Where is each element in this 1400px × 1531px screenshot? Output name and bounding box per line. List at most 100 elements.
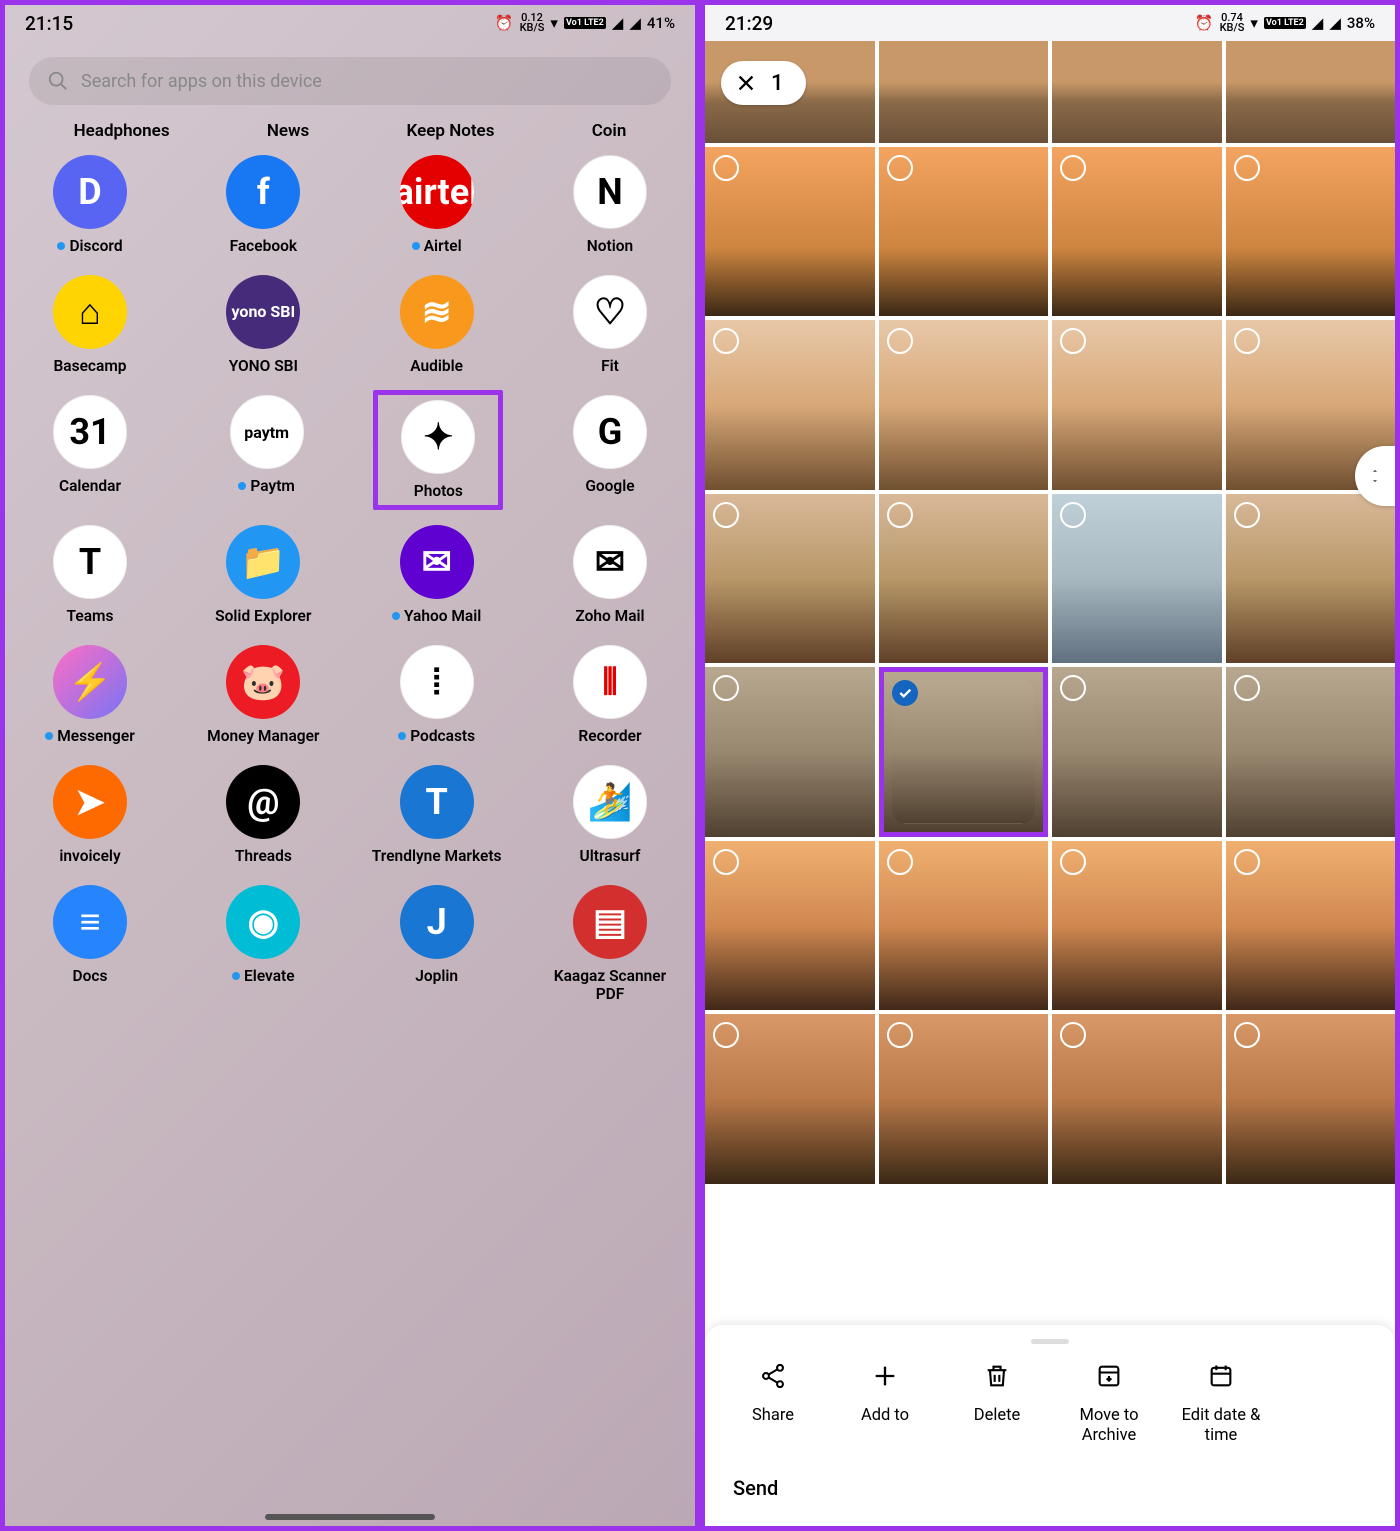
selection-circle-icon[interactable] <box>713 502 739 528</box>
app-teams[interactable]: TTeams <box>25 525 155 625</box>
app-paytm[interactable]: paytmPaytm <box>202 395 332 505</box>
app-airtel[interactable]: airtelAirtel <box>372 155 502 255</box>
lte-icon: Vo1 LTE2 <box>564 17 606 29</box>
selection-circle-icon[interactable] <box>1060 502 1086 528</box>
photo-thumbnail[interactable] <box>1226 841 1396 1011</box>
selection-checked-icon[interactable] <box>892 680 918 706</box>
action-label: Move to Archive <box>1053 1406 1165 1446</box>
photo-thumbnail[interactable] <box>1226 667 1396 837</box>
app-facebook[interactable]: fFacebook <box>198 155 328 255</box>
search-input[interactable]: Search for apps on this device <box>29 57 671 105</box>
app-joplin[interactable]: JJoplin <box>372 885 502 1003</box>
app-messenger[interactable]: ⚡Messenger <box>25 645 155 745</box>
app-ultrasurf[interactable]: 🏄Ultrasurf <box>545 765 675 865</box>
action-plus[interactable]: Add to <box>829 1362 941 1446</box>
app-calendar[interactable]: 31Calendar <box>25 395 155 505</box>
photo-thumbnail[interactable] <box>1052 1014 1222 1184</box>
photo-thumbnail[interactable] <box>1052 320 1222 490</box>
photo-thumbnail[interactable] <box>705 320 875 490</box>
selection-circle-icon[interactable] <box>887 1022 913 1048</box>
photo-thumbnail[interactable] <box>705 147 875 317</box>
selection-circle-icon[interactable] <box>887 502 913 528</box>
selection-circle-icon[interactable] <box>1060 328 1086 354</box>
photo-thumbnail-selected[interactable] <box>879 667 1049 837</box>
photo-thumbnail[interactable] <box>705 667 875 837</box>
navigation-pill[interactable] <box>265 1514 435 1520</box>
app-google[interactable]: GGoogle <box>545 395 675 505</box>
selection-circle-icon[interactable] <box>887 328 913 354</box>
photo-thumbnail[interactable] <box>705 1014 875 1184</box>
app-recorder[interactable]: ⦀Recorder <box>545 645 675 745</box>
app-elevate[interactable]: ◉Elevate <box>198 885 328 1003</box>
folder-keep-notes[interactable]: Keep Notes <box>407 121 495 141</box>
action-trash[interactable]: Delete <box>941 1362 1053 1446</box>
app-invoicely[interactable]: ➤invoicely <box>25 765 155 865</box>
photo-thumbnail[interactable] <box>879 841 1049 1011</box>
photo-thumbnail[interactable] <box>1226 41 1396 143</box>
photo-thumbnail[interactable] <box>1052 667 1222 837</box>
action-row: ShareAdd toDeleteMove to ArchiveEdit dat… <box>705 1362 1395 1446</box>
selection-circle-icon[interactable] <box>713 1022 739 1048</box>
photo-thumbnail[interactable] <box>879 41 1049 143</box>
selection-circle-icon[interactable] <box>1234 675 1260 701</box>
app-notion[interactable]: NNotion <box>545 155 675 255</box>
photo-thumbnail[interactable] <box>705 841 875 1011</box>
selection-circle-icon[interactable] <box>713 849 739 875</box>
drag-handle-icon[interactable] <box>1031 1339 1069 1344</box>
selection-circle-icon[interactable] <box>713 675 739 701</box>
photo-thumbnail[interactable] <box>879 494 1049 664</box>
action-cal[interactable]: Edit date & time <box>1165 1362 1277 1446</box>
app-yahoo[interactable]: ✉Yahoo Mail <box>372 525 502 625</box>
photo-thumbnail[interactable] <box>1226 147 1396 317</box>
app-solidexplorer[interactable]: 📁Solid Explorer <box>198 525 328 625</box>
podcasts-icon: ⦙ <box>400 645 474 719</box>
selection-circle-icon[interactable] <box>1060 675 1086 701</box>
app-threads[interactable]: @Threads <box>198 765 328 865</box>
selection-circle-icon[interactable] <box>1060 849 1086 875</box>
photo-thumbnail[interactable] <box>879 320 1049 490</box>
folder-coin[interactable]: Coin <box>592 121 627 141</box>
selection-circle-icon[interactable] <box>1234 328 1260 354</box>
folder-news[interactable]: News <box>267 121 309 141</box>
selection-circle-icon[interactable] <box>1234 155 1260 181</box>
app-discord[interactable]: DDiscord <box>25 155 155 255</box>
app-label: Podcasts <box>398 727 475 745</box>
selection-circle-icon[interactable] <box>1234 1022 1260 1048</box>
joplin-icon: J <box>400 885 474 959</box>
photo-thumbnail[interactable] <box>1226 494 1396 664</box>
selection-count-pill[interactable]: 1 <box>721 61 806 105</box>
photo-thumbnail[interactable] <box>1052 147 1222 317</box>
app-photos[interactable]: ✦Photos <box>373 390 503 510</box>
app-podcasts[interactable]: ⦙ Podcasts <box>372 645 502 745</box>
action-archive[interactable]: Move to Archive <box>1053 1362 1165 1446</box>
app-fit[interactable]: ♡Fit <box>545 275 675 375</box>
selection-circle-icon[interactable] <box>1060 1022 1086 1048</box>
selection-circle-icon[interactable] <box>1060 155 1086 181</box>
photo-thumbnail[interactable] <box>1052 41 1222 143</box>
photo-thumbnail[interactable] <box>1226 1014 1396 1184</box>
app-audible[interactable]: ≋Audible <box>372 275 502 375</box>
app-kaagaz[interactable]: ▤Kaagaz Scanner PDF <box>545 885 675 1003</box>
photo-thumbnail[interactable] <box>1052 494 1222 664</box>
photo-thumbnail[interactable] <box>879 1014 1049 1184</box>
photo-thumbnail[interactable] <box>1052 841 1222 1011</box>
close-icon[interactable] <box>735 72 757 94</box>
app-trendlyne[interactable]: TTrendlyne Markets <box>372 765 502 865</box>
app-zoho[interactable]: ✉Zoho Mail <box>545 525 675 625</box>
selection-circle-icon[interactable] <box>887 155 913 181</box>
selection-circle-icon[interactable] <box>1234 849 1260 875</box>
photo-thumbnail[interactable] <box>705 494 875 664</box>
app-basecamp[interactable]: ⌂Basecamp <box>25 275 155 375</box>
selection-circle-icon[interactable] <box>887 849 913 875</box>
photo-thumbnail[interactable] <box>879 147 1049 317</box>
selection-circle-icon[interactable] <box>1234 502 1260 528</box>
app-yono[interactable]: yono SBIYONO SBI <box>198 275 328 375</box>
plus-icon <box>871 1362 899 1394</box>
app-docs[interactable]: ≡Docs <box>25 885 155 1003</box>
app-label: Audible <box>410 357 463 375</box>
selection-circle-icon[interactable] <box>713 328 739 354</box>
app-money[interactable]: 🐷Money Manager <box>198 645 328 745</box>
action-share[interactable]: Share <box>717 1362 829 1446</box>
folder-headphones[interactable]: Headphones <box>74 121 170 141</box>
selection-circle-icon[interactable] <box>713 155 739 181</box>
